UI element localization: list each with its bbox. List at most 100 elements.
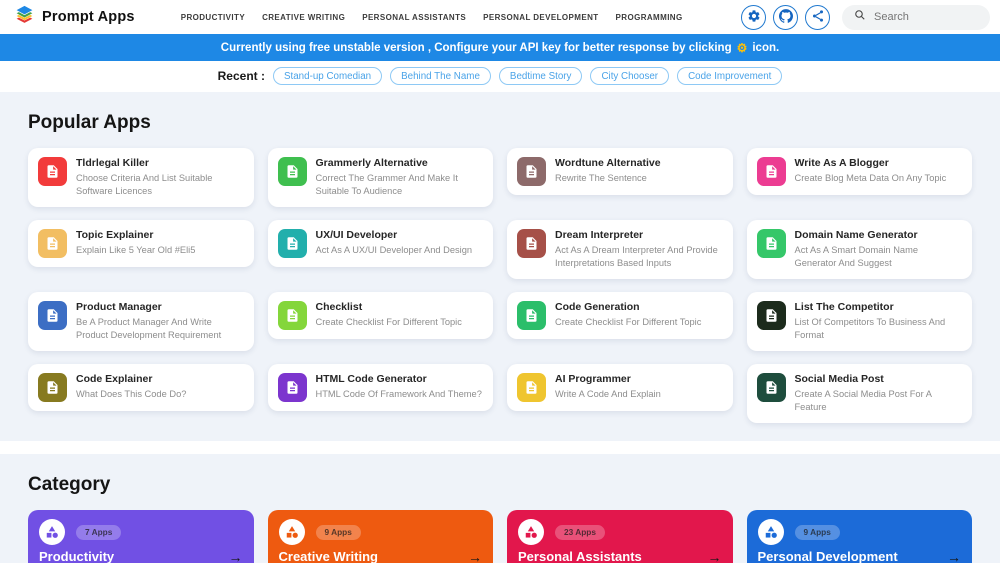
app-card[interactable]: Domain Name Generator Act As A Smart Dom… [747, 220, 973, 279]
app-title: Checklist [316, 301, 462, 313]
document-icon [757, 157, 786, 186]
category-card[interactable]: 7 Apps Productivity → Improve your produ… [28, 510, 254, 563]
recent-label: Recent : [218, 69, 265, 83]
app-card[interactable]: Wordtune Alternative Rewrite The Sentenc… [507, 148, 733, 195]
recent-chips: Stand-up Comedian Behind The Name Bedtime … [273, 67, 782, 85]
app-desc: Explain Like 5 Year Old #Eli5 [76, 244, 195, 257]
gear-icon[interactable]: ⚙ [737, 41, 748, 55]
arrow-right-icon[interactable]: → [468, 550, 482, 563]
app-title: Tldrlegal Killer [76, 157, 244, 169]
arrow-right-icon[interactable]: → [947, 550, 961, 563]
nav-item[interactable]: PERSONAL DEVELOPMENT [483, 13, 598, 22]
app-card[interactable]: UX/UI Developer Act As A UX/UI Developer… [268, 220, 494, 267]
app-card[interactable]: List The Competitor List Of Competitors … [747, 292, 973, 351]
app-card[interactable]: Social Media Post Create A Social Media … [747, 364, 973, 423]
settings-button[interactable] [741, 5, 766, 30]
popular-grid: Tldrlegal Killer Choose Criteria And Lis… [28, 148, 972, 423]
app-card[interactable]: Code Generation Create Checklist For Dif… [507, 292, 733, 339]
popular-apps-title: Popular Apps [28, 112, 972, 134]
app-title: Topic Explainer [76, 229, 195, 241]
search-box[interactable] [842, 5, 990, 30]
document-icon [517, 373, 546, 402]
app-card[interactable]: Topic Explainer Explain Like 5 Year Old … [28, 220, 254, 267]
category-card[interactable]: 9 Apps Personal Development → Features P… [747, 510, 973, 563]
nav-item[interactable]: PERSONAL ASSISTANTS [362, 13, 466, 22]
recent-chip[interactable]: Behind The Name [390, 67, 491, 85]
app-card[interactable]: Write As A Blogger Create Blog Meta Data… [747, 148, 973, 195]
app-title: Wordtune Alternative [555, 157, 661, 169]
app-card[interactable]: Checklist Create Checklist For Different… [268, 292, 494, 339]
category-grid: 7 Apps Productivity → Improve your produ… [28, 510, 972, 563]
apps-count-badge: 9 Apps [316, 525, 361, 540]
arrow-right-icon[interactable]: → [229, 550, 243, 563]
github-button[interactable] [773, 5, 798, 30]
header-actions [741, 5, 990, 30]
github-icon [779, 9, 793, 26]
search-icon [854, 8, 866, 26]
app-desc: Create A Social Media Post For A Feature [795, 388, 963, 414]
category-icon [279, 519, 305, 545]
document-icon [38, 301, 67, 330]
app-title: Domain Name Generator [795, 229, 963, 241]
banner-text-before: Currently using free unstable version , … [221, 42, 732, 54]
app-desc: List Of Competitors To Business And Form… [795, 316, 963, 342]
category-card[interactable]: 9 Apps Creative Writing → Features Promp… [268, 510, 494, 563]
app-desc: Rewrite The Sentence [555, 172, 661, 185]
app-title: Grammerly Alternative [316, 157, 484, 169]
document-icon [38, 157, 67, 186]
apps-count-badge: 9 Apps [795, 525, 840, 540]
gear-icon [747, 9, 761, 26]
popular-apps-section: Popular Apps Tldrlegal Killer Choose Cri… [0, 92, 1000, 441]
recent-chip[interactable]: Stand-up Comedian [273, 67, 382, 85]
recent-chip[interactable]: City Chooser [590, 67, 669, 85]
app-card[interactable]: Grammerly Alternative Correct The Gramme… [268, 148, 494, 207]
app-desc: What Does This Code Do? [76, 388, 186, 401]
app-title: Social Media Post [795, 373, 963, 385]
nav-item[interactable]: PROGRAMMING [616, 13, 683, 22]
banner-text-after: icon. [752, 42, 779, 54]
search-input[interactable] [874, 11, 978, 23]
arrow-right-icon[interactable]: → [708, 550, 722, 563]
app-card[interactable]: HTML Code Generator HTML Code Of Framewo… [268, 364, 494, 411]
app-card[interactable]: Code Explainer What Does This Code Do? [28, 364, 254, 411]
app-title: AI Programmer [555, 373, 661, 385]
app-title: Code Generation [555, 301, 701, 313]
category-card[interactable]: 23 Apps Personal Assistants → Features P… [507, 510, 733, 563]
category-title: Category [28, 474, 972, 496]
document-icon [517, 229, 546, 258]
recent-chip[interactable]: Code Improvement [677, 67, 782, 85]
app-desc: Act As A UX/UI Developer And Design [316, 244, 473, 257]
category-icon [518, 519, 544, 545]
app-desc: Act As A Dream Interpreter And Provide I… [555, 244, 723, 270]
api-key-banner: Currently using free unstable version , … [0, 34, 1000, 61]
category-icon [758, 519, 784, 545]
app-title: HTML Code Generator [316, 373, 482, 385]
recent-chip[interactable]: Bedtime Story [499, 67, 583, 85]
document-icon [278, 373, 307, 402]
nav-item[interactable]: PRODUCTIVITY [181, 13, 245, 22]
share-button[interactable] [805, 5, 830, 30]
brand-logo[interactable]: Prompt Apps [14, 4, 135, 30]
app-desc: Be A Product Manager And Write Product D… [76, 316, 244, 342]
category-name: Creative Writing [279, 549, 378, 563]
app-card[interactable]: AI Programmer Write A Code And Explain [507, 364, 733, 411]
app-card[interactable]: Product Manager Be A Product Manager And… [28, 292, 254, 351]
document-icon [278, 301, 307, 330]
category-section: Category 7 Apps Productivity → Improve y… [0, 454, 1000, 563]
document-icon [38, 229, 67, 258]
app-title: List The Competitor [795, 301, 963, 313]
document-icon [757, 301, 786, 330]
recent-row: Recent : Stand-up Comedian Behind The Nam… [0, 61, 1000, 92]
app-desc: Act As A Smart Domain Name Generator And… [795, 244, 963, 270]
category-name: Productivity [39, 549, 114, 563]
app-desc: Write A Code And Explain [555, 388, 661, 401]
app-desc: Create Checklist For Different Topic [555, 316, 701, 329]
app-title: Write As A Blogger [795, 157, 947, 169]
app-title: Product Manager [76, 301, 244, 313]
app-card[interactable]: Dream Interpreter Act As A Dream Interpr… [507, 220, 733, 279]
category-icon [39, 519, 65, 545]
nav-item[interactable]: CREATIVE WRITING [262, 13, 345, 22]
app-card[interactable]: Tldrlegal Killer Choose Criteria And Lis… [28, 148, 254, 207]
document-icon [757, 373, 786, 402]
nav: PRODUCTIVITY CREATIVE WRITING PERSONAL ASS… [181, 13, 683, 22]
